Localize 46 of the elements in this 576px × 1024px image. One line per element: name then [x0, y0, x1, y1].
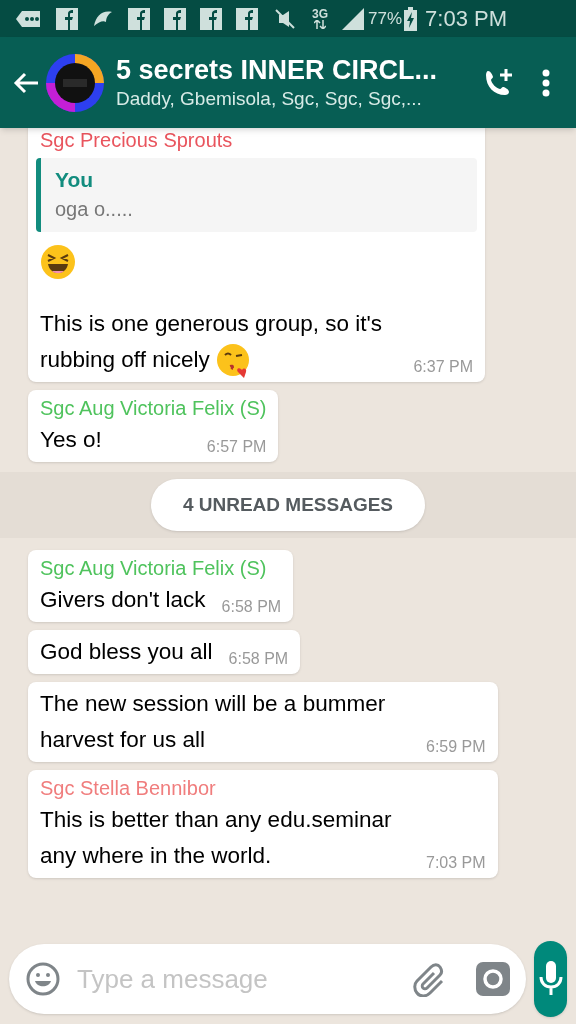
unread-messages-banner: 4 UNREAD MESSAGES	[150, 479, 426, 531]
message-text: The new session will be a bummer harvest for us all	[40, 690, 387, 754]
facebook-icon	[200, 7, 222, 30]
message-text: This is one generous group, so it's	[40, 310, 382, 338]
group-avatar[interactable]	[46, 53, 104, 112]
emoji-icon[interactable]	[25, 961, 61, 997]
voice-message-button[interactable]	[534, 941, 567, 1017]
sender-name: Sgc Aug Victoria Felix (S)	[40, 396, 267, 421]
facebook-icon	[164, 7, 186, 30]
facebook-icon	[56, 7, 78, 30]
chat-title[interactable]: 5 secrets INNER CIRCL...	[116, 53, 478, 86]
kissing-face-icon	[215, 342, 252, 378]
battery-charging-icon	[404, 6, 418, 31]
network-type: 3G	[312, 8, 328, 20]
message-text: This is better than any edu.seminar any where in the world.	[40, 806, 393, 870]
facebook-icon	[236, 7, 258, 30]
message-field[interactable]: Type a message	[77, 959, 412, 999]
chat-bubble-icon	[16, 8, 42, 29]
quote-author: You	[55, 167, 95, 193]
signal-icon	[342, 7, 364, 30]
data-arrows-icon	[314, 20, 326, 29]
message-time: 6:37 PM	[412, 357, 473, 377]
message-time: 7:03 PM	[425, 853, 486, 873]
quote-text: oga o.....	[55, 197, 134, 222]
more-options-icon	[542, 68, 550, 97]
message-text: rubbing off nicely	[40, 346, 210, 374]
quoted-message[interactable]: You oga o.....	[36, 158, 477, 232]
facebook-icon	[128, 7, 150, 30]
back-arrow-icon	[12, 70, 40, 95]
sender-name: Sgc Stella Bennibor	[40, 776, 217, 801]
message-text: God bless you all	[40, 638, 213, 666]
microphone-icon	[537, 961, 564, 997]
message-input[interactable]: Type a message	[9, 944, 526, 1014]
message-time: 6:57 PM	[205, 437, 267, 457]
message-time: 6:58 PM	[220, 597, 282, 617]
group-members: Daddy, Gbemisola, Sgc, Sgc, Sgc,...	[116, 86, 423, 111]
laughing-face-icon	[40, 244, 76, 280]
camera-icon[interactable]	[476, 962, 510, 996]
battery-percent: 77%	[368, 7, 403, 30]
message-time: 6:59 PM	[425, 737, 486, 757]
message-text: Givers don't lack	[40, 586, 206, 614]
message-text: Yes o!	[40, 426, 102, 454]
status-time: 7:03 PM	[425, 5, 507, 33]
sender-name: Sgc Precious Sprouts	[40, 128, 234, 153]
sender-name: Sgc Aug Victoria Felix (S)	[40, 556, 268, 581]
message-time: 6:58 PM	[227, 649, 289, 669]
